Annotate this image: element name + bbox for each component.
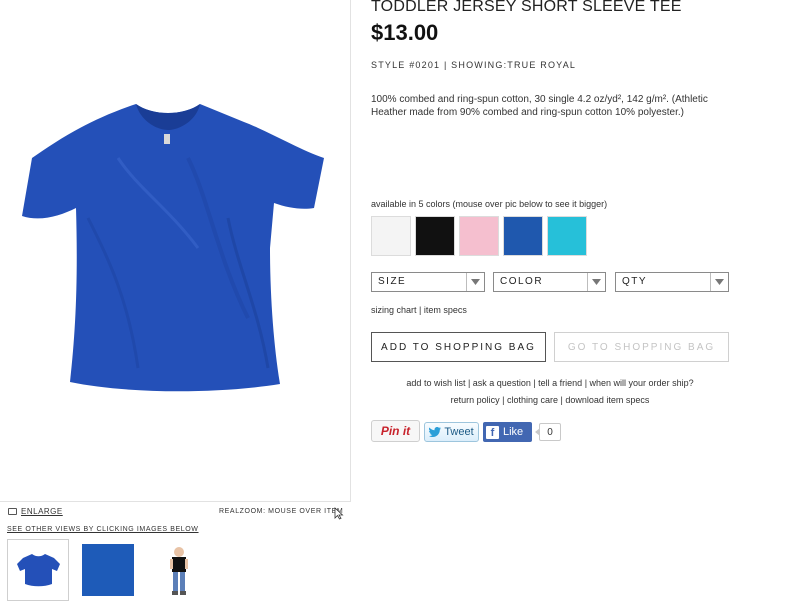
cursor-icon — [334, 507, 344, 520]
realzoom-hint: REALZOOM: MOUSE OVER ITEM — [219, 508, 344, 515]
tshirt-image — [22, 104, 324, 392]
swatch-pink[interactable] — [459, 216, 499, 256]
color-swatches — [371, 216, 587, 256]
thumbnail-model[interactable] — [160, 543, 200, 599]
chevron-down-icon[interactable] — [587, 273, 605, 291]
sizing-specs-links[interactable]: sizing chart | item specs — [371, 305, 467, 315]
main-product-image[interactable] — [0, 0, 351, 502]
enlarge-icon — [8, 508, 17, 515]
tweet-label: Tweet — [444, 426, 474, 438]
facebook-like-button[interactable]: f Like — [483, 422, 532, 442]
color-select[interactable]: COLOR — [493, 272, 606, 292]
model-thumb-image — [170, 547, 188, 595]
color-select-label: COLOR — [500, 276, 544, 287]
style-info: STYLE #0201 | SHOWING:TRUE ROYAL — [371, 60, 577, 70]
pinit-button[interactable]: Pin it — [371, 420, 420, 442]
like-count: 0 — [535, 423, 561, 441]
size-select[interactable]: SIZE — [371, 272, 485, 292]
pinit-label: Pin it — [380, 424, 411, 438]
size-select-label: SIZE — [378, 276, 407, 287]
thumbnail-fabric[interactable] — [82, 544, 134, 596]
chevron-down-icon[interactable] — [466, 273, 484, 291]
enlarge-link[interactable]: ENLARGE — [8, 507, 63, 516]
tweet-button[interactable]: Tweet — [424, 422, 479, 442]
qty-select[interactable]: QTY — [615, 272, 729, 292]
chevron-down-icon[interactable] — [710, 273, 728, 291]
swatch-white[interactable] — [371, 216, 411, 256]
info-links-row[interactable]: return policy | clothing care | download… — [371, 395, 729, 405]
go-to-bag-button[interactable]: GO TO SHOPPING BAG — [554, 332, 729, 362]
product-price: $13.00 — [371, 20, 439, 45]
swatch-true-royal[interactable] — [503, 216, 543, 256]
tshirt-thumb-image — [17, 554, 60, 587]
like-label: Like — [503, 426, 524, 438]
twitter-bird-icon — [429, 427, 442, 437]
product-description: 100% combed and ring-spun cotton, 30 sin… — [371, 94, 708, 118]
qty-select-label: QTY — [622, 276, 648, 287]
thumbnail-front[interactable] — [7, 539, 69, 601]
actions-links-row[interactable]: add to wish list | ask a question | tell… — [371, 378, 729, 388]
swatch-turquoise[interactable] — [547, 216, 587, 256]
swatch-black[interactable] — [415, 216, 455, 256]
see-other-views-link[interactable]: SEE OTHER VIEWS BY CLICKING IMAGES BELOW — [7, 526, 199, 533]
available-colors-text: available in 5 colors (mouse over pic be… — [371, 199, 608, 209]
enlarge-label: ENLARGE — [21, 507, 63, 516]
add-to-bag-button[interactable]: ADD TO SHOPPING BAG — [371, 332, 546, 362]
facebook-icon: f — [486, 425, 499, 439]
product-title: TODDLER JERSEY SHORT SLEEVE TEE — [371, 0, 682, 15]
